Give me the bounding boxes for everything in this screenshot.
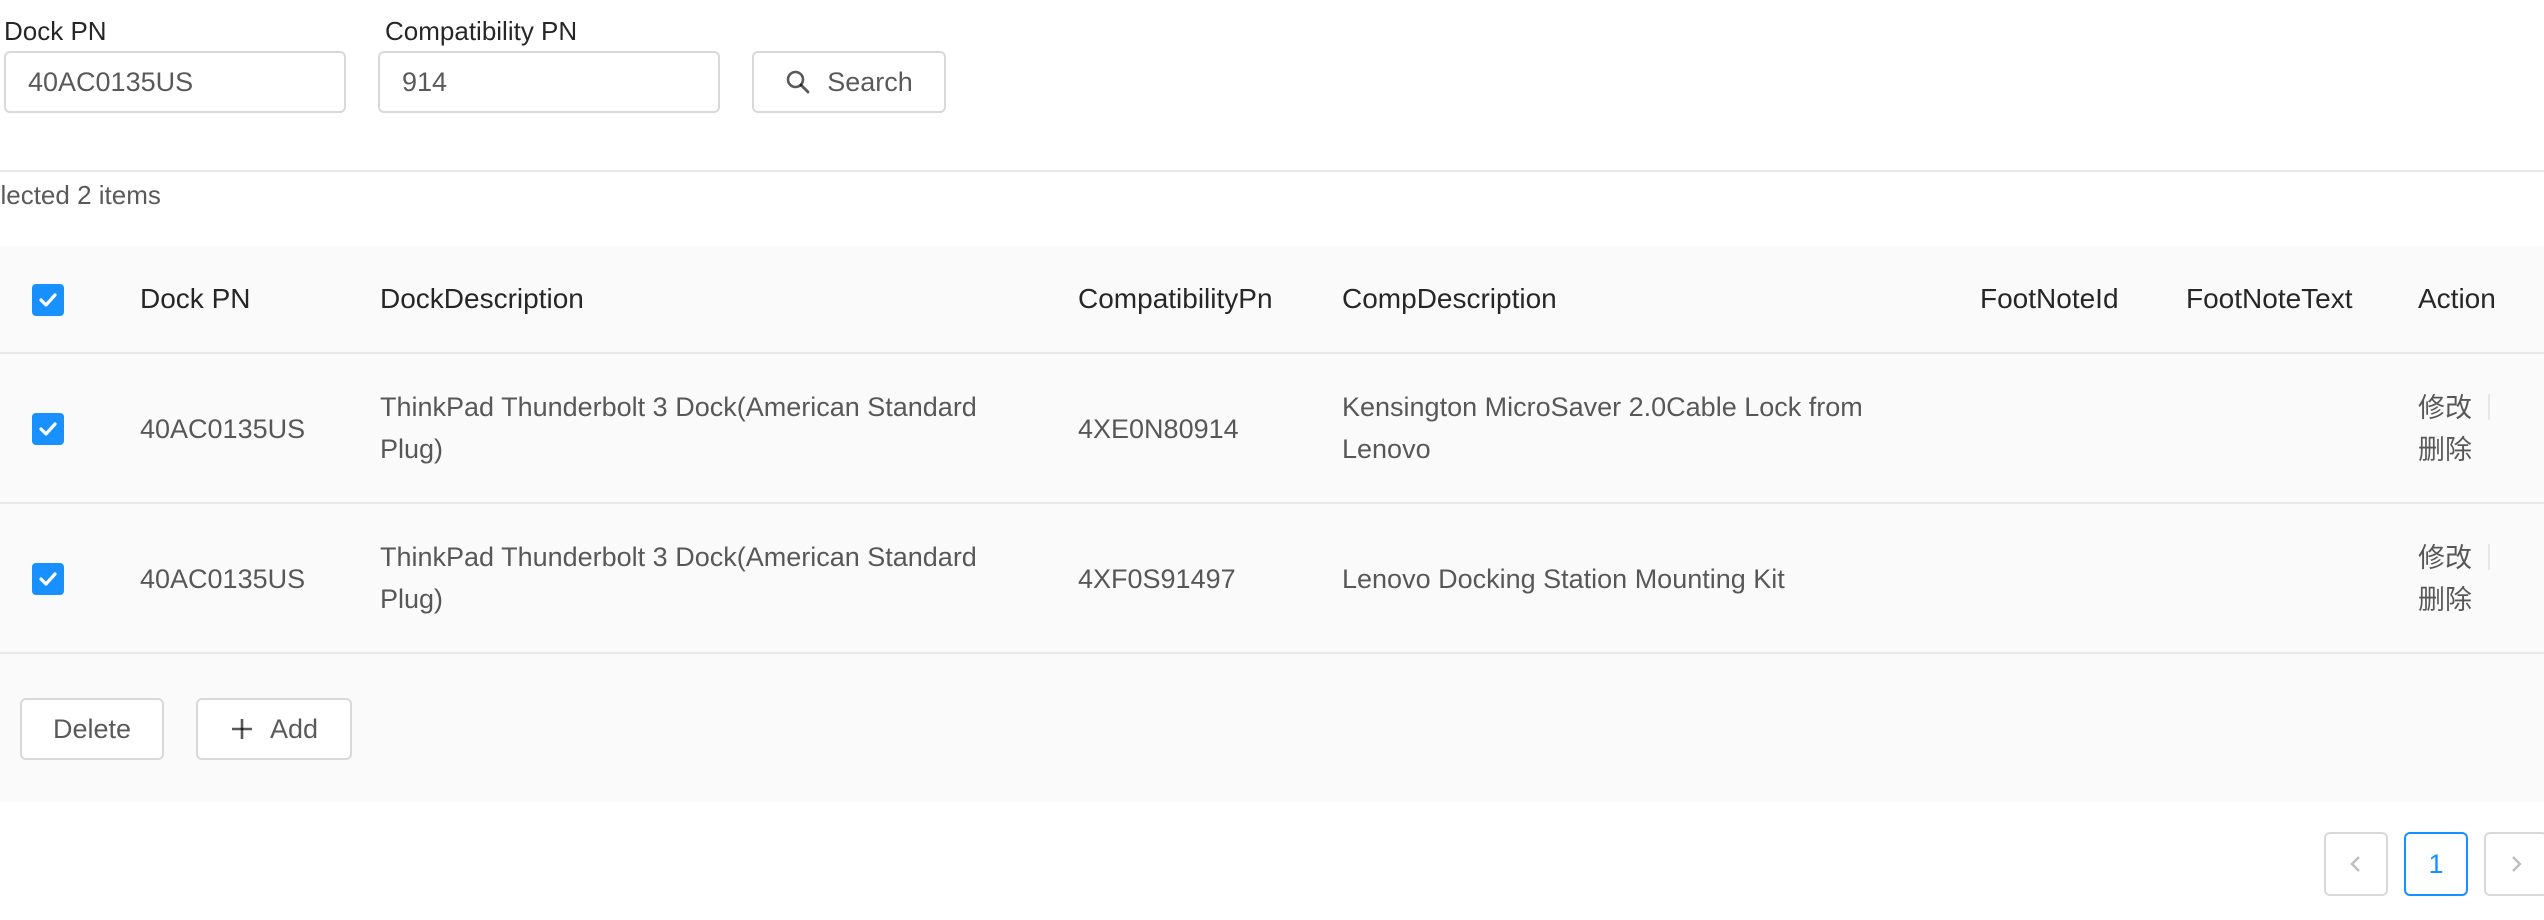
- action-separator: [2488, 394, 2490, 420]
- search-button-label: Search: [827, 66, 913, 97]
- table-header: Dock PN DockDescription CompatibilityPn …: [0, 246, 2544, 354]
- row-checkbox[interactable]: [32, 563, 64, 595]
- compatibility-pn-label: Compatibility PN: [385, 16, 578, 46]
- cell-dock-pn: 40AC0135US: [140, 414, 306, 444]
- prev-page-button[interactable]: [2324, 832, 2388, 896]
- search-icon: [785, 69, 811, 95]
- header-footnote-id[interactable]: FootNoteId: [1980, 278, 2119, 320]
- delete-link[interactable]: 删除: [2418, 428, 2472, 467]
- cell-dock-pn: 40AC0135US: [140, 564, 306, 594]
- next-page-button[interactable]: [2484, 832, 2544, 896]
- select-all-checkbox[interactable]: [32, 284, 64, 316]
- checkmark-icon: [39, 422, 57, 436]
- cell-comp-description: Kensington MicroSaver 2.0Cable Lock from…: [1342, 392, 1863, 464]
- header-comp-description[interactable]: CompDescription: [1342, 278, 1557, 320]
- chevron-left-icon: [2350, 856, 2360, 872]
- search-button[interactable]: Search: [752, 51, 946, 113]
- table-row[interactable]: 40AC0135US ThinkPad Thunderbolt 3 Dock(A…: [0, 354, 2544, 504]
- edit-link[interactable]: 修改: [2418, 536, 2472, 575]
- checkmark-icon: [39, 572, 57, 586]
- delete-button[interactable]: Delete: [20, 698, 164, 760]
- action-separator: [2488, 544, 2490, 570]
- header-compatibility-pn[interactable]: CompatibilityPn: [1078, 278, 1273, 320]
- table-row[interactable]: 40AC0135US ThinkPad Thunderbolt 3 Dock(A…: [0, 504, 2544, 654]
- add-button[interactable]: Add: [196, 698, 352, 760]
- cell-comp-description: Lenovo Docking Station Mounting Kit: [1342, 564, 1785, 594]
- dock-pn-input[interactable]: [4, 51, 346, 113]
- row-checkbox[interactable]: [32, 413, 64, 445]
- cell-compatibility-pn: 4XE0N80914: [1078, 414, 1239, 444]
- table-footer: Delete Add: [0, 654, 2544, 802]
- cell-compatibility-pn: 4XF0S91497: [1078, 564, 1236, 594]
- header-dock-description[interactable]: DockDescription: [380, 278, 584, 320]
- data-table: Dock PN DockDescription CompatibilityPn …: [0, 246, 2544, 802]
- checkmark-icon: [39, 293, 57, 307]
- delete-link[interactable]: 删除: [2418, 578, 2472, 617]
- dock-pn-label: Dock PN: [4, 16, 107, 46]
- delete-button-label: Delete: [52, 713, 132, 744]
- plus-icon: [230, 717, 254, 741]
- header-footnote-text[interactable]: FootNoteText: [2186, 278, 2353, 320]
- compatibility-pn-input[interactable]: [378, 51, 720, 113]
- header-action: Action: [2418, 283, 2496, 314]
- cell-dock-description: ThinkPad Thunderbolt 3 Dock(American Sta…: [380, 542, 977, 614]
- selected-count-text: elected 2 items: [0, 180, 161, 210]
- page-number-button[interactable]: 1: [2404, 832, 2468, 896]
- divider: [0, 170, 2544, 172]
- edit-link[interactable]: 修改: [2418, 386, 2472, 425]
- cell-dock-description: ThinkPad Thunderbolt 3 Dock(American Sta…: [380, 392, 977, 464]
- header-dock-pn[interactable]: Dock PN: [140, 278, 250, 320]
- chevron-right-icon: [2512, 856, 2522, 872]
- add-button-label: Add: [269, 713, 319, 744]
